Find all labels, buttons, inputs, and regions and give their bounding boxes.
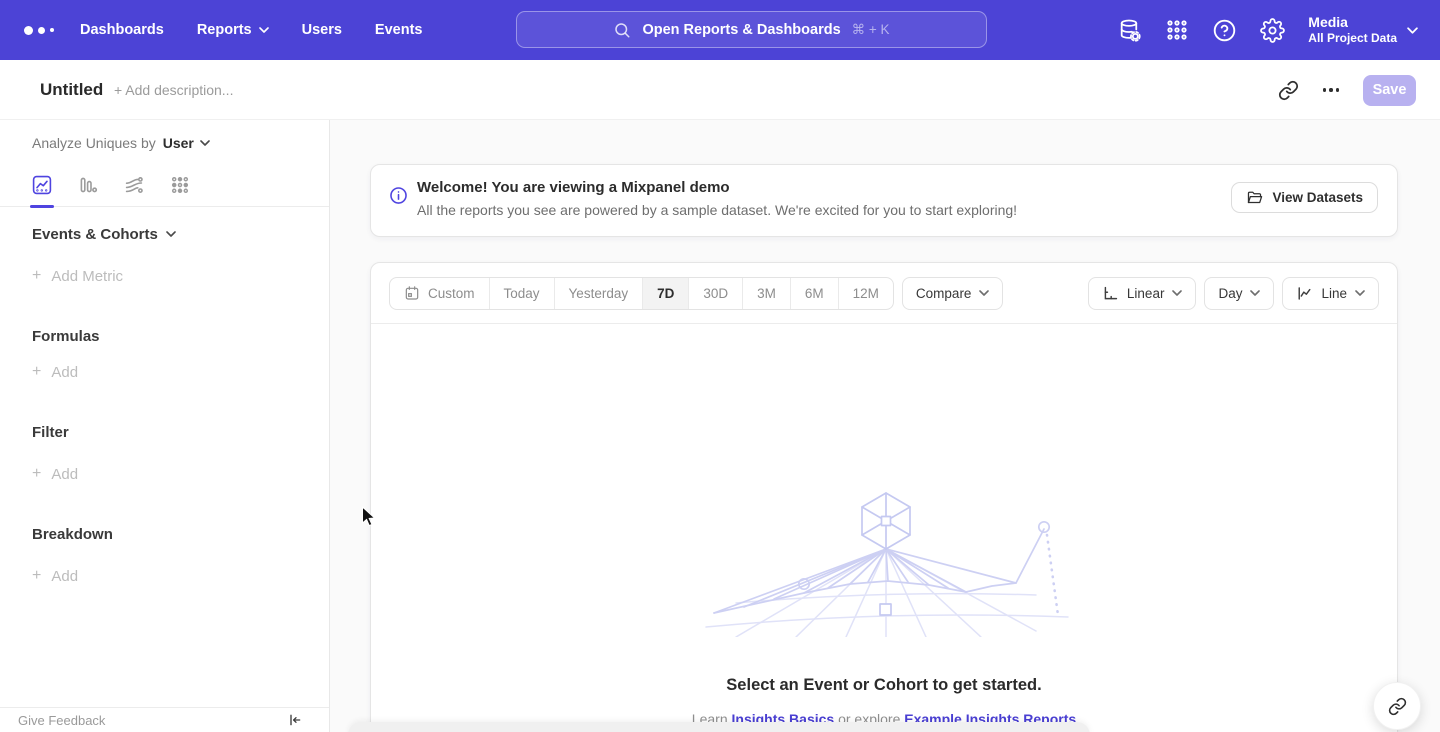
empty-state-title: Select an Event or Cohort to get started… — [371, 676, 1397, 695]
ellipsis-icon — [1323, 88, 1340, 92]
insights-report-card: Custom Today Yesterday 7D 30D 3M 6M 12M … — [370, 262, 1398, 732]
tab-flow-icon[interactable] — [124, 164, 144, 207]
view-datasets-button[interactable]: View Datasets — [1231, 182, 1378, 213]
add-filter-button[interactable]: + Add — [32, 464, 78, 484]
range-6m[interactable]: 6M — [790, 278, 838, 309]
global-search[interactable]: Open Reports & Dashboards ⌘ + K — [516, 11, 987, 48]
search-icon — [613, 21, 631, 39]
nav-users[interactable]: Users — [302, 22, 342, 38]
collapse-sidebar-button[interactable] — [287, 712, 303, 728]
settings-gear-icon[interactable] — [1260, 18, 1285, 43]
section-formulas: Formulas — [32, 326, 100, 346]
copy-link-button[interactable] — [1278, 80, 1299, 101]
nav-dashboards[interactable]: Dashboards — [80, 22, 164, 38]
empty-chart-area: Select an Event or Cohort to get started… — [371, 324, 1397, 732]
section-breakdown: Breakdown — [32, 524, 113, 544]
save-button[interactable]: Save — [1363, 75, 1416, 106]
bottom-panel-peek[interactable] — [348, 722, 1090, 732]
date-range-segmented-control: Custom Today Yesterday 7D 30D 3M 6M 12M — [389, 277, 894, 310]
analyze-label: Analyze Uniques by — [32, 135, 156, 151]
chevron-down-icon — [259, 27, 269, 33]
give-feedback-link[interactable]: Give Feedback — [18, 713, 105, 728]
banner-body: All the reports you see are powered by a… — [417, 202, 1017, 218]
range-yesterday[interactable]: Yesterday — [554, 278, 643, 309]
report-actions: Save — [1278, 60, 1417, 120]
data-management-icon[interactable] — [1117, 18, 1142, 43]
add-metric-button[interactable]: + Add Metric — [32, 266, 123, 286]
chevron-down-icon — [1407, 27, 1418, 34]
primary-nav: Dashboards Reports Users Events — [80, 0, 422, 60]
chevron-down-icon — [166, 231, 176, 237]
interval-dropdown[interactable]: Day — [1204, 277, 1274, 310]
chart-controls: Custom Today Yesterday 7D 30D 3M 6M 12M … — [371, 263, 1397, 324]
scale-dropdown[interactable]: Linear — [1088, 277, 1197, 310]
link-icon — [1388, 697, 1407, 716]
range-30d[interactable]: 30D — [688, 278, 742, 309]
chart-display-controls: Linear Day Line — [1088, 277, 1379, 310]
compare-button[interactable]: Compare — [902, 277, 1004, 310]
project-switcher[interactable]: Media All Project Data — [1308, 13, 1418, 47]
info-icon — [389, 186, 408, 205]
range-today[interactable]: Today — [489, 278, 554, 309]
empty-state-illustration — [696, 487, 1076, 637]
chart-type-tabs — [0, 164, 329, 207]
chevron-down-icon — [979, 290, 989, 296]
section-events-cohorts[interactable]: Events & Cohorts — [32, 224, 176, 244]
main-content: Welcome! You are viewing a Mixpanel demo… — [330, 120, 1440, 732]
plus-icon: + — [32, 364, 41, 380]
banner-texts: Welcome! You are viewing a Mixpanel demo… — [417, 179, 1017, 218]
apps-grid-icon[interactable] — [1165, 18, 1189, 42]
more-options-button[interactable] — [1323, 88, 1340, 92]
search-placeholder: Open Reports & Dashboards — [642, 22, 840, 38]
link-icon — [1278, 80, 1299, 101]
sidebar-footer: Give Feedback — [0, 707, 329, 732]
range-custom[interactable]: Custom — [390, 278, 489, 309]
chevron-down-icon — [1355, 290, 1365, 296]
report-header: Untitled + Add description... Save — [0, 60, 1440, 120]
chevron-down-icon — [1250, 290, 1260, 296]
folder-icon — [1246, 189, 1263, 206]
mixpanel-insights-app: Dashboards Reports Users Events Open Rep… — [0, 0, 1440, 732]
line-chart-icon — [1296, 285, 1313, 302]
chevron-down-icon — [200, 140, 210, 146]
report-title[interactable]: Untitled — [40, 60, 103, 120]
chart-type-dropdown[interactable]: Line — [1282, 277, 1379, 310]
range-3m[interactable]: 3M — [742, 278, 790, 309]
chevron-down-icon — [1172, 290, 1182, 296]
analyze-uniques-row: Analyze Uniques by User — [32, 133, 210, 153]
tab-bar-chart-icon[interactable] — [78, 164, 98, 207]
share-link-fab[interactable] — [1373, 682, 1421, 730]
nav-events[interactable]: Events — [375, 22, 423, 38]
help-icon[interactable] — [1212, 18, 1237, 43]
plus-icon: + — [32, 568, 41, 584]
tab-line-chart-icon[interactable] — [32, 164, 52, 207]
analyze-value-dropdown[interactable]: User — [163, 135, 210, 151]
section-filter: Filter — [32, 422, 69, 442]
add-formula-button[interactable]: + Add — [32, 362, 78, 382]
range-12m[interactable]: 12M — [838, 278, 893, 309]
welcome-banner: Welcome! You are viewing a Mixpanel demo… — [370, 164, 1398, 237]
tab-metrics-grid-icon[interactable] — [170, 164, 190, 207]
calendar-icon — [404, 285, 420, 301]
range-7d[interactable]: 7D — [642, 278, 688, 309]
linear-axis-icon — [1102, 285, 1119, 302]
mixpanel-logo[interactable] — [24, 0, 54, 60]
collapse-left-icon — [287, 712, 303, 728]
plus-icon: + — [32, 268, 41, 284]
project-subtitle: All Project Data — [1308, 31, 1397, 47]
nav-reports[interactable]: Reports — [197, 22, 269, 38]
add-breakdown-button[interactable]: + Add — [32, 566, 78, 586]
plus-icon: + — [32, 466, 41, 482]
nav-right-cluster: Media All Project Data — [1117, 0, 1418, 60]
banner-title: Welcome! You are viewing a Mixpanel demo — [417, 179, 1017, 196]
search-shortcut: ⌘ + K — [852, 22, 890, 38]
report-description-placeholder[interactable]: + Add description... — [114, 60, 233, 120]
project-name: Media — [1308, 13, 1397, 31]
query-builder-sidebar: Analyze Uniques by User — [0, 120, 330, 732]
top-nav: Dashboards Reports Users Events Open Rep… — [0, 0, 1440, 60]
